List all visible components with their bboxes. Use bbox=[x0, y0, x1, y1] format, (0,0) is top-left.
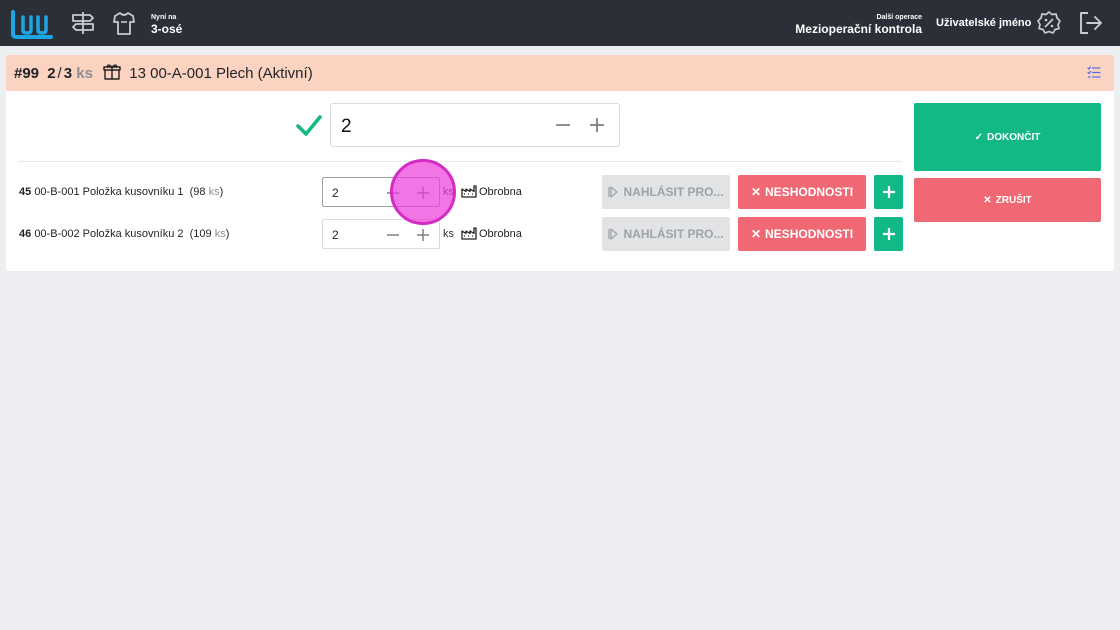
next-operation: Další operace Mezioperační kontrola bbox=[795, 14, 922, 35]
factory-icon bbox=[461, 185, 477, 198]
qty-separator: / bbox=[57, 65, 62, 82]
qty-total: 3 bbox=[63, 65, 73, 82]
bom-stock-unit: ks bbox=[208, 186, 220, 198]
row-unit: ks bbox=[443, 228, 454, 240]
bom-position: 46 bbox=[19, 228, 32, 240]
bom-stock-close: ) bbox=[225, 228, 230, 240]
close-icon: ✕ bbox=[983, 194, 992, 206]
logout-icon[interactable] bbox=[1077, 10, 1103, 36]
row-workplace: Obrobna bbox=[479, 186, 522, 198]
bom-code-name: 00-B-002 Položka kusovníku 2 bbox=[34, 228, 184, 240]
current-workplace-label: Nyní na bbox=[151, 14, 177, 21]
bom-stock: (109 bbox=[189, 228, 212, 240]
minus-icon[interactable] bbox=[385, 185, 401, 201]
order-number: #99 bbox=[14, 65, 40, 82]
bom-row: 46 00-B-002 Položka kusovníku 2 (109 ks)… bbox=[6, 217, 906, 251]
report-button-label: NAHLÁSIT PRO... bbox=[623, 227, 724, 241]
package-icon bbox=[103, 64, 121, 80]
row-quantity-stepper[interactable]: 2 bbox=[322, 219, 440, 249]
nonconformity-button-label: NESHODNOSTI bbox=[765, 227, 854, 241]
next-operation-value: Mezioperační kontrola bbox=[795, 22, 922, 36]
nonconformity-button[interactable]: ✕ NESHODNOSTI bbox=[738, 175, 866, 209]
bom-row: 45 00-B-001 Položka kusovníku 1 (98 ks) … bbox=[6, 175, 906, 209]
badge-percent-icon[interactable] bbox=[1036, 10, 1062, 36]
plus-icon[interactable] bbox=[415, 227, 431, 243]
skip-icon bbox=[608, 228, 619, 240]
qty-done: 2 bbox=[47, 65, 56, 82]
main-quantity-value[interactable]: 2 bbox=[341, 116, 352, 138]
add-button[interactable] bbox=[874, 217, 903, 251]
row-workplace: Obrobna bbox=[479, 228, 522, 240]
plus-icon bbox=[882, 228, 895, 240]
nonconformity-button[interactable]: ✕ NESHODNOSTI bbox=[738, 217, 866, 251]
next-operation-label: Další operace bbox=[876, 14, 922, 21]
cancel-button-label: ZRUŠIT bbox=[995, 194, 1032, 206]
report-button-label: NAHLÁSIT PRO... bbox=[623, 185, 724, 199]
report-button[interactable]: NAHLÁSIT PRO... bbox=[602, 217, 730, 251]
divider bbox=[18, 161, 902, 162]
close-icon: ✕ bbox=[750, 185, 762, 199]
check-icon: ✓ bbox=[974, 131, 984, 143]
nonconformity-button-label: NESHODNOSTI bbox=[765, 185, 854, 199]
plus-icon bbox=[882, 186, 895, 198]
plus-icon[interactable] bbox=[585, 113, 609, 137]
cancel-button[interactable]: ✕ ZRUŠIT bbox=[914, 178, 1101, 222]
current-workplace-value: 3-osé bbox=[151, 22, 183, 36]
bom-stock: (98 bbox=[189, 186, 206, 198]
signpost-icon[interactable] bbox=[70, 10, 96, 36]
current-workplace: Nyní na 3-osé bbox=[151, 14, 182, 35]
bom-code-name: 00-B-001 Položka kusovníku 1 bbox=[34, 186, 184, 198]
brand-logo[interactable] bbox=[9, 9, 55, 39]
row-quantity-value[interactable]: 2 bbox=[332, 228, 339, 242]
finish-button-label: DOKONČIT bbox=[987, 131, 1041, 143]
bom-item-label: 45 00-B-001 Položka kusovníku 1 (98 ks) bbox=[19, 186, 223, 198]
username[interactable]: Uživatelské jméno bbox=[936, 17, 1031, 29]
main-quantity-stepper[interactable]: 2 bbox=[330, 103, 620, 147]
report-button[interactable]: NAHLÁSIT PRO... bbox=[602, 175, 730, 209]
qty-unit: ks bbox=[76, 65, 93, 82]
close-icon: ✕ bbox=[750, 227, 762, 241]
top-bar: Nyní na 3-osé Další operace Mezioperační… bbox=[0, 0, 1120, 46]
list-check-icon[interactable] bbox=[1087, 66, 1101, 79]
card-header: #99 2/3 ks 13 00-A-001 Plech (Aktivní) bbox=[6, 55, 1114, 91]
row-quantity-stepper[interactable]: 2 bbox=[322, 177, 440, 207]
minus-icon[interactable] bbox=[551, 113, 575, 137]
item-name: 13 00-A-001 Plech (Aktivní) bbox=[129, 65, 313, 82]
row-quantity-value[interactable]: 2 bbox=[332, 186, 339, 200]
bom-stock-unit: ks bbox=[214, 228, 226, 240]
check-icon bbox=[296, 115, 322, 136]
add-button[interactable] bbox=[874, 175, 903, 209]
skip-icon bbox=[608, 186, 619, 198]
row-unit: ks bbox=[443, 186, 454, 198]
plus-icon[interactable] bbox=[415, 185, 431, 201]
bom-stock-close: ) bbox=[219, 186, 224, 198]
quantity-progress: 2/3 ks bbox=[47, 65, 93, 82]
card-title: #99 2/3 ks 13 00-A-001 Plech (Aktivní) bbox=[14, 64, 313, 83]
factory-icon bbox=[461, 227, 477, 240]
bom-item-label: 46 00-B-002 Položka kusovníku 2 (109 ks) bbox=[19, 228, 229, 240]
finish-button[interactable]: ✓ DOKONČIT bbox=[914, 103, 1101, 171]
minus-icon[interactable] bbox=[385, 227, 401, 243]
bom-position: 45 bbox=[19, 186, 32, 198]
operation-card: #99 2/3 ks 13 00-A-001 Plech (Aktivní) 2… bbox=[6, 55, 1114, 271]
shirt-icon[interactable] bbox=[111, 10, 137, 36]
